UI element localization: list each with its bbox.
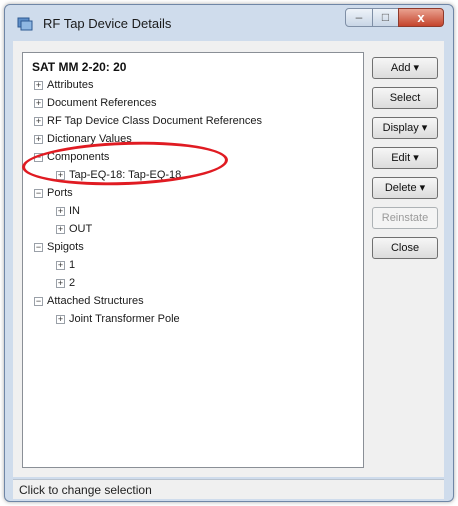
tree-node-label: RF Tap Device Class Document References [47, 115, 262, 128]
tree-node-label: Attached Structures [47, 295, 144, 308]
expand-icon[interactable]: + [34, 134, 43, 144]
collapse-icon[interactable]: − [34, 296, 43, 306]
minimize-button[interactable]: – [345, 8, 373, 27]
close-button[interactable]: Close [372, 237, 438, 259]
maximize-button[interactable]: □ [372, 8, 399, 27]
app-icon [17, 17, 33, 31]
collapse-icon[interactable]: − [34, 242, 43, 252]
device-tree[interactable]: SAT MM 2-20: 20 + Attributes + Document Re… [22, 52, 364, 468]
expand-icon[interactable]: + [56, 314, 65, 324]
tree-node-spigots[interactable]: − Spigots [34, 239, 84, 255]
dialog-client-area: SAT MM 2-20: 20 + Attributes + Document Re… [13, 41, 444, 477]
dialog-window: RF Tap Device Details – □ x SAT MM 2-20:… [4, 4, 454, 502]
tree-node-label: Spigots [47, 241, 84, 254]
tree-node-label: Document References [47, 97, 157, 110]
tree-node-label: 1 [69, 259, 76, 272]
tree-node-port-out[interactable]: + OUT [56, 221, 92, 237]
expand-icon[interactable]: + [56, 260, 65, 270]
tree-node-class-document-references[interactable]: + RF Tap Device Class Document References [34, 113, 262, 129]
title-bar[interactable]: RF Tap Device Details – □ x [5, 5, 453, 41]
display-button[interactable]: Display ▾ [372, 117, 438, 139]
close-window-button[interactable]: x [398, 8, 444, 27]
close-icon: x [417, 10, 425, 25]
tree-node-label: 2 [69, 277, 76, 290]
tree-node-label: IN [69, 205, 80, 218]
window-title: RF Tap Device Details [43, 16, 172, 31]
tree-node-label: Joint Transformer Pole [69, 313, 180, 326]
status-bar: Click to change selection [13, 479, 444, 499]
collapse-icon[interactable]: − [34, 188, 43, 198]
tree-node-ports[interactable]: − Ports [34, 185, 73, 201]
tree-node-spigot-1[interactable]: +1 [56, 257, 75, 273]
expand-icon[interactable]: + [34, 98, 43, 108]
tree-node-joint-transformer-pole[interactable]: + Joint Transformer Pole [56, 311, 180, 327]
delete-button[interactable]: Delete ▾ [372, 177, 438, 199]
add-button[interactable]: Add ▾ [372, 57, 438, 79]
reinstate-button[interactable]: Reinstate [372, 207, 438, 229]
tree-node-label: Attributes [47, 79, 94, 92]
tree-node-port-in[interactable]: + IN [56, 203, 80, 219]
expand-icon[interactable]: + [56, 278, 65, 288]
tree-root-label: SAT MM 2-20: 20 [32, 60, 127, 74]
edit-button[interactable]: Edit ▾ [372, 147, 438, 169]
tree-node-attributes[interactable]: + Attributes [34, 77, 93, 93]
expand-icon[interactable]: + [56, 224, 65, 234]
select-button[interactable]: Select [372, 87, 438, 109]
expand-icon[interactable]: + [56, 206, 65, 216]
tree-node-label: Ports [47, 187, 73, 200]
expand-icon[interactable]: + [34, 116, 43, 126]
tree-node-document-references[interactable]: + Document References [34, 95, 156, 111]
minimize-icon: – [355, 10, 363, 24]
tree-node-label: OUT [69, 223, 93, 236]
expand-icon[interactable]: + [34, 80, 43, 90]
maximize-icon: □ [381, 10, 390, 24]
tree-node-attached-structures[interactable]: − Attached Structures [34, 293, 144, 309]
tree-node-spigot-2[interactable]: +2 [56, 275, 75, 291]
